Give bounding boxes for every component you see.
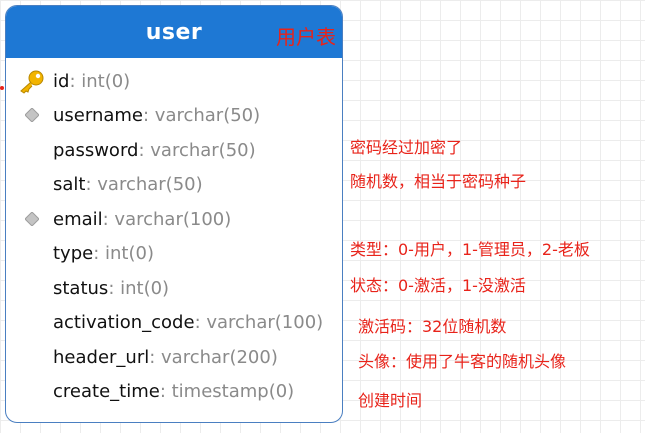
field-row-header-url[interactable]: header_url: varchar(200) <box>6 344 342 370</box>
field-row-salt[interactable]: salt: varchar(50) <box>6 171 342 197</box>
annotation-status: 状态：0-激活，1-没激活 <box>350 276 526 295</box>
field-type: : varchar(100) <box>102 208 232 230</box>
field-name: id <box>53 70 70 92</box>
annotation-password: 密码经过加密了 <box>350 138 463 157</box>
field-type: : int(0) <box>108 277 170 299</box>
primary-key-icon <box>20 70 44 94</box>
field-name: username <box>53 104 143 126</box>
entity-table-user[interactable]: user id: int(0) username: varchar(50) pa… <box>5 5 343 423</box>
annotation-activation-code: 激活码：32位随机数 <box>358 317 507 336</box>
field-name: type <box>53 242 94 264</box>
field-type: : varchar(50) <box>138 139 256 161</box>
index-diamond-icon <box>25 212 39 226</box>
field-type: : timestamp(0) <box>159 380 295 402</box>
annotation-type: 类型：0-用户，1-管理员，2-老板 <box>350 240 590 259</box>
annotation-create-time: 创建时间 <box>358 391 423 410</box>
field-row-id[interactable]: id: int(0) <box>6 68 342 94</box>
annotation-salt: 随机数，相当于密码种子 <box>350 172 527 191</box>
field-row-email[interactable]: email: varchar(100) <box>6 206 342 232</box>
field-name: status <box>53 277 109 299</box>
field-type: : varchar(50) <box>143 104 261 126</box>
table-annotation: 用户表 <box>276 25 336 49</box>
field-type: : varchar(100) <box>194 311 324 333</box>
field-name: create_time <box>53 380 160 402</box>
field-type: : int(0) <box>93 242 154 264</box>
field-row-create-time[interactable]: create_time: timestamp(0) <box>6 378 342 404</box>
field-type: : int(0) <box>69 70 131 92</box>
field-name: password <box>53 139 139 161</box>
connector-stub <box>0 86 4 90</box>
field-row-status[interactable]: status: int(0) <box>6 275 342 301</box>
field-name: activation_code <box>53 311 195 333</box>
field-name: salt <box>53 173 86 195</box>
field-name: header_url <box>53 346 150 368</box>
field-type: : varchar(50) <box>85 173 203 195</box>
field-type: : varchar(200) <box>149 346 278 368</box>
field-row-type[interactable]: type: int(0) <box>6 240 342 266</box>
field-row-username[interactable]: username: varchar(50) <box>6 102 342 128</box>
index-diamond-icon <box>25 108 39 122</box>
field-row-password[interactable]: password: varchar(50) <box>6 137 342 163</box>
field-name: email <box>53 208 103 230</box>
field-row-activation-code[interactable]: activation_code: varchar(100) <box>6 309 342 335</box>
annotation-header-url: 头像：使用了牛客的随机头像 <box>358 352 567 371</box>
